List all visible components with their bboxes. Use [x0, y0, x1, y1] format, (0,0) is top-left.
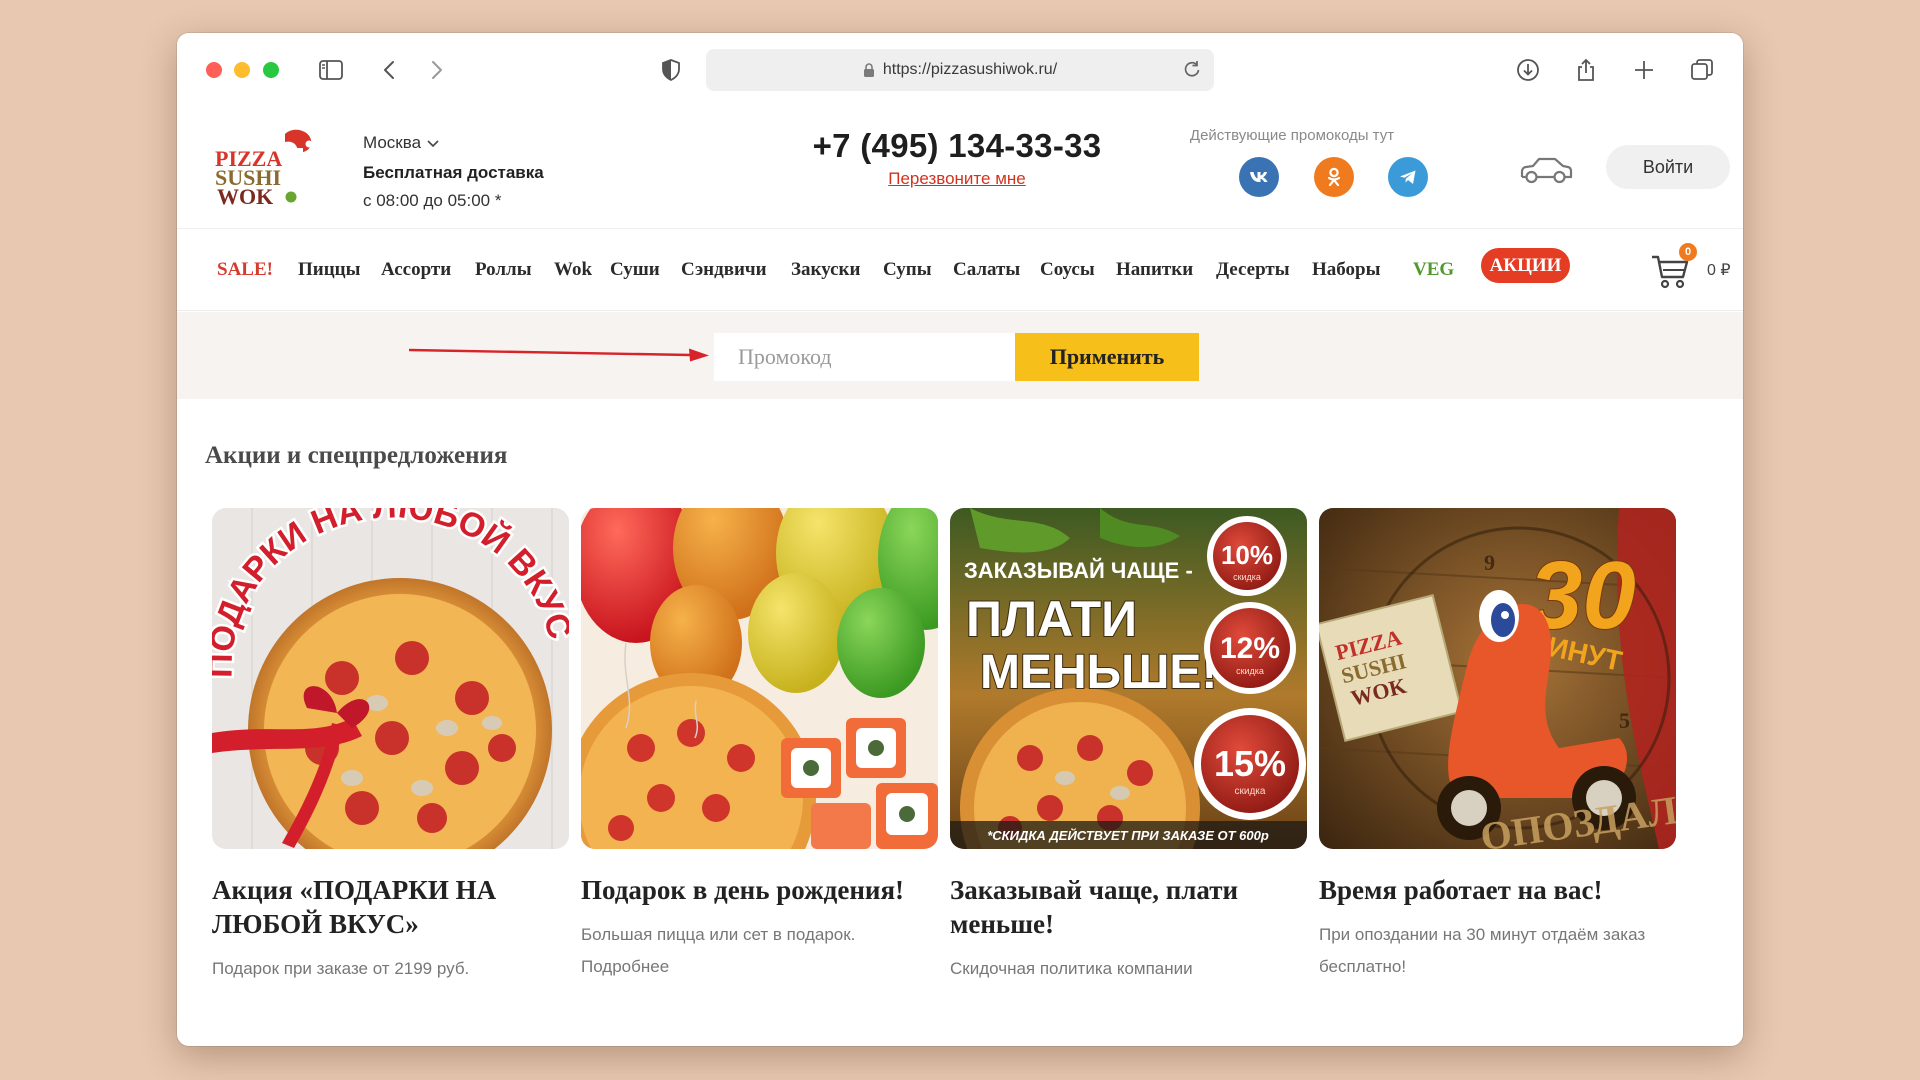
promo-card-title[interactable]: Акция «ПОДАРКИ НА ЛЮБОЙ ВКУС»: [212, 873, 569, 941]
cart-total[interactable]: 0 ₽: [1707, 260, 1731, 280]
discount-badge-15: 15%: [1214, 743, 1286, 784]
nav-item-pizzas[interactable]: Пиццы: [298, 259, 360, 281]
nav-item-sushi[interactable]: Суши: [610, 259, 660, 281]
city-selector[interactable]: Москва: [363, 133, 439, 153]
nav-item-sauces[interactable]: Соусы: [1040, 259, 1095, 281]
nav-item-sets[interactable]: Наборы: [1312, 259, 1380, 281]
promo-card-subtitle: При опоздании на 30 минут отдаём заказ б…: [1319, 925, 1646, 976]
working-hours: с 08:00 до 05:00 *: [363, 191, 502, 210]
promo-card-subtitle: Подарок при заказе от 2199 руб.: [212, 959, 470, 978]
login-button[interactable]: Войти: [1606, 145, 1730, 189]
discount-badge-12: 12%: [1220, 632, 1280, 665]
promo-card-image[interactable]: ПОДАРКИ НА ЛЮБОЙ ВКУС: [212, 508, 569, 849]
nav-item-snacks[interactable]: Закуски: [791, 259, 860, 281]
delivery-info: Бесплатная доставка: [363, 163, 544, 182]
discount-footnote: *СКИДКА ДЕЙСТВУЕТ ПРИ ЗАКАЗЕ ОТ 600р: [987, 827, 1269, 843]
promo-image-line-3: МЕНЬШЕ!: [980, 646, 1217, 699]
back-icon[interactable]: [371, 51, 409, 89]
apply-promo-button[interactable]: Применить: [1015, 333, 1199, 381]
forward-icon[interactable]: [417, 51, 455, 89]
promo-card-subtitle: Большая пицца или сет в подарок. Подробн…: [581, 925, 856, 976]
main-nav: SALE! Пиццы Ассорти Роллы Wok Суши Сэндв…: [177, 229, 1743, 311]
nav-item-drinks[interactable]: Напитки: [1116, 259, 1193, 281]
city-name: Москва: [363, 133, 422, 152]
promo-card-subtitle: Скидочная политика компании: [950, 959, 1193, 978]
telegram-icon[interactable]: [1388, 157, 1428, 197]
vk-icon[interactable]: [1239, 157, 1279, 197]
nav-item-veg[interactable]: VEG: [1413, 259, 1454, 281]
promo-card-image[interactable]: ЗАКАЗЫВАЙ ЧАЩЕ - ПЛАТИ МЕНЬШЕ! 10% скидк…: [950, 508, 1307, 849]
discount-badge-10: 10%: [1221, 540, 1273, 570]
promo-code-input[interactable]: [714, 333, 1015, 381]
share-icon[interactable]: [1567, 51, 1605, 89]
discount-badge-caption: скидка: [1233, 572, 1261, 582]
promo-card-title[interactable]: Подарок в день рождения!: [581, 873, 938, 907]
address-bar[interactable]: https://pizzasushiwok.ru/: [706, 49, 1214, 91]
promo-image-line-2: ПЛАТИ: [966, 591, 1137, 647]
discount-badge-caption: скидка: [1235, 786, 1266, 797]
nav-item-desserts[interactable]: Десерты: [1216, 259, 1290, 281]
tab-overview-icon[interactable]: [1683, 51, 1721, 89]
promo-card-discounts[interactable]: ЗАКАЗЫВАЙ ЧАЩЕ - ПЛАТИ МЕНЬШЕ! 10% скидк…: [950, 508, 1307, 985]
promotions-heading: Акции и спецпредложения: [205, 442, 508, 469]
promo-codes-hint: Действующие промокоды тут: [1189, 127, 1395, 144]
browser-toolbar: https://pizzasushiwok.ru/: [177, 33, 1743, 105]
browser-window: https://pizzasushiwok.ru/ PIZZA SUSHI WO…: [177, 33, 1743, 1046]
nav-item-salads[interactable]: Салаты: [953, 259, 1020, 281]
minimize-window-button[interactable]: [234, 62, 250, 78]
nav-item-wok[interactable]: Wok: [554, 259, 592, 281]
nav-item-promotions[interactable]: АКЦИИ: [1481, 248, 1570, 283]
logo-line-wok: WOK: [217, 184, 273, 208]
downloads-icon[interactable]: [1509, 51, 1547, 89]
promo-card-image[interactable]: [581, 508, 938, 849]
phone-number[interactable]: +7 (495) 134-33-33: [812, 127, 1102, 165]
nav-item-soups[interactable]: Супы: [883, 259, 932, 281]
promo-code-section: Применить: [177, 312, 1743, 399]
callback-link[interactable]: Перезвоните мне: [812, 169, 1102, 189]
promo-image-line-1: ЗАКАЗЫВАЙ ЧАЩЕ -: [964, 558, 1193, 583]
site-header: PIZZA SUSHI WOK Москва Бесплатная достав…: [177, 105, 1743, 229]
site-logo[interactable]: PIZZA SUSHI WOK: [213, 128, 319, 208]
promo-card-on-time[interactable]: 9 5 30 МИНУТ PIZZA SUSHI WOK ОПОЗДАЛ Вре…: [1319, 508, 1676, 983]
svg-text:9: 9: [1484, 550, 1495, 575]
svg-text:5: 5: [1619, 708, 1630, 733]
url-text: https://pizzasushiwok.ru/: [882, 61, 1058, 78]
zoom-window-button[interactable]: [263, 62, 279, 78]
privacy-shield-icon[interactable]: [652, 51, 690, 89]
promo-card-title[interactable]: Время работает на вас!: [1319, 873, 1676, 907]
lock-icon: [863, 62, 875, 78]
nav-item-rolls[interactable]: Роллы: [475, 259, 532, 281]
red-arrow-annotation: [409, 348, 709, 362]
cart-count-badge: 0: [1679, 243, 1697, 261]
close-window-button[interactable]: [206, 62, 222, 78]
new-tab-icon[interactable]: [1625, 51, 1663, 89]
promo-card-title[interactable]: Заказывай чаще, плати меньше!: [950, 873, 1307, 941]
reload-icon[interactable]: [1182, 59, 1202, 84]
promo-card-image[interactable]: 9 5 30 МИНУТ PIZZA SUSHI WOK ОПОЗДАЛ: [1319, 508, 1676, 849]
nav-item-sandwiches[interactable]: Сэндвичи: [681, 259, 767, 281]
promo-card-gifts[interactable]: ПОДАРКИ НА ЛЮБОЙ ВКУС Акция «ПОДАРКИ НА …: [212, 508, 569, 985]
sidebar-toggle-icon[interactable]: [312, 51, 350, 89]
promo-card-birthday[interactable]: Подарок в день рождения! Большая пицца и…: [581, 508, 938, 983]
discount-badge-caption: скидка: [1236, 666, 1264, 676]
delivery-car-icon[interactable]: [1517, 149, 1575, 189]
nav-item-sale[interactable]: SALE!: [217, 259, 273, 281]
chevron-down-icon: [427, 133, 439, 153]
nav-item-assorted[interactable]: Ассорти: [381, 259, 451, 281]
odnoklassniki-icon[interactable]: [1314, 157, 1354, 197]
